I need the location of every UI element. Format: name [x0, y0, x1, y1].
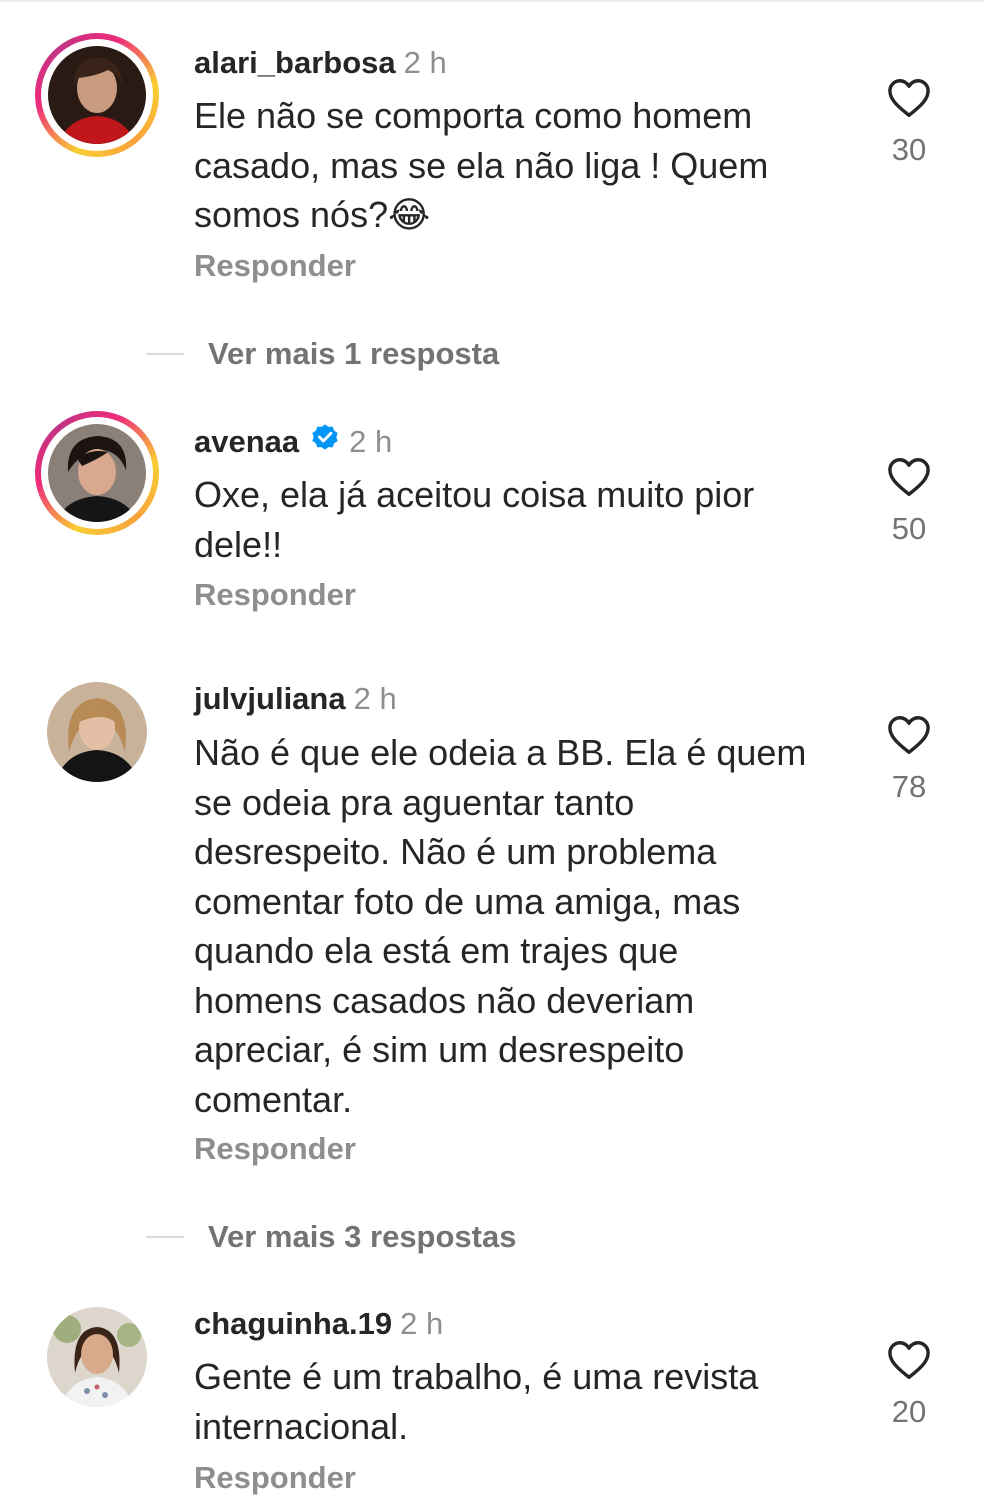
- like-count: 20: [891, 1394, 927, 1429]
- avatar: [48, 46, 146, 144]
- timestamp: 2 h: [349, 424, 393, 459]
- comment-text: Gente é um trabalho, é uma revista inter…: [194, 1356, 759, 1447]
- comment-header: chaguinha.19 2 h: [194, 1306, 443, 1342]
- like-button[interactable]: 20: [876, 1340, 942, 1430]
- reply-button[interactable]: Responder: [194, 1460, 356, 1496]
- timestamp: 2 h: [400, 1306, 444, 1341]
- like-count: 50: [891, 511, 927, 546]
- comment-text: Não é que ele odeia a BB. Ela é quem se …: [194, 732, 807, 1120]
- like-button[interactable]: 78: [876, 715, 942, 805]
- username[interactable]: avenaa: [194, 424, 299, 459]
- like-count: 30: [891, 132, 927, 167]
- thread-line: [146, 353, 184, 355]
- view-more-label[interactable]: Ver mais 3 respostas: [208, 1219, 516, 1255]
- top-divider: [0, 0, 984, 2]
- reply-button[interactable]: Responder: [194, 577, 356, 613]
- verified-badge-icon: [309, 421, 341, 461]
- like-button[interactable]: 30: [876, 78, 942, 168]
- reply-button[interactable]: Responder: [194, 248, 356, 284]
- heart-outline-icon[interactable]: [887, 78, 931, 118]
- heart-outline-icon[interactable]: [887, 715, 931, 755]
- like-button[interactable]: 50: [876, 457, 942, 547]
- timestamp: 2 h: [403, 45, 447, 80]
- comment-header: alari_barbosa 2 h: [194, 45, 447, 81]
- like-count: 78: [891, 769, 927, 804]
- heart-outline-icon[interactable]: [887, 457, 931, 497]
- avatar-container[interactable]: [35, 1295, 159, 1419]
- avatar: [47, 682, 147, 782]
- reply-button[interactable]: Responder: [194, 1131, 356, 1167]
- avatar: [47, 1307, 147, 1407]
- username[interactable]: julvjuliana: [194, 681, 346, 716]
- comment-text: Oxe, ela já aceitou coisa muito pior del…: [194, 474, 755, 565]
- thread-line: [146, 1236, 184, 1238]
- username[interactable]: alari_barbosa: [194, 45, 396, 80]
- avatar: [48, 424, 146, 522]
- heart-outline-icon[interactable]: [887, 1340, 931, 1380]
- comment-text: Ele não se comporta como homem casado, m…: [194, 95, 769, 235]
- avatar-story-ring[interactable]: [35, 411, 159, 535]
- username[interactable]: chaguinha.19: [194, 1306, 392, 1341]
- timestamp: 2 h: [353, 681, 397, 716]
- comment-header: avenaa 2 h: [194, 424, 392, 461]
- view-more-label[interactable]: Ver mais 1 resposta: [208, 336, 499, 372]
- avatar-container[interactable]: [35, 670, 159, 794]
- comment-header: julvjuliana 2 h: [194, 681, 397, 717]
- avatar-story-ring[interactable]: [35, 33, 159, 157]
